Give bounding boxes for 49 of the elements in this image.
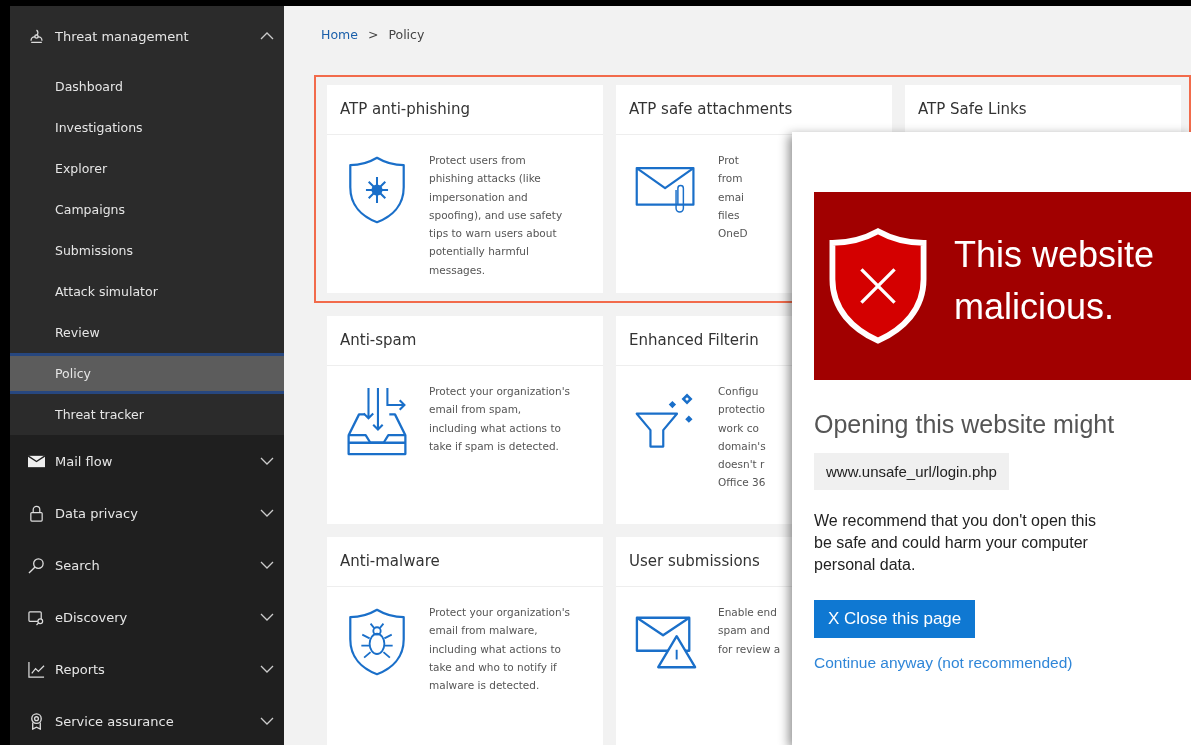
chevron-down-icon: [260, 717, 274, 725]
nav-group-header[interactable]: Data privacy: [10, 487, 284, 539]
card-description: Enable end spam and for review a: [718, 605, 781, 657]
award-icon: [28, 712, 45, 730]
inbox-arrows-icon: [345, 386, 409, 456]
nav-item[interactable]: Explorer: [10, 148, 284, 189]
nav-item[interactable]: Dashboard: [10, 66, 284, 107]
nav-item[interactable]: Review: [10, 312, 284, 353]
nav-item[interactable]: Attack simulator: [10, 271, 284, 312]
nav-group-header[interactable]: Mail flow: [10, 435, 284, 487]
nav-item[interactable]: Threat tracker: [10, 394, 284, 435]
nav-item[interactable]: Campaigns: [10, 189, 284, 230]
nav-group-header[interactable]: Search: [10, 539, 284, 591]
shield-x-icon: [828, 228, 928, 344]
url-label: www.unsafe_url/login.php: [814, 453, 1009, 490]
breadcrumb-current: Policy: [388, 27, 425, 42]
nav-group-header[interactable]: Reports: [10, 643, 284, 695]
card-description: Configu protectio work co domain's doesn't r Office 36: [718, 384, 766, 491]
card-title: Anti-malware: [327, 537, 603, 587]
screen-search-icon: [28, 608, 45, 626]
chevron-down-icon: [260, 613, 274, 621]
nav-group-header[interactable]: eDiscovery: [10, 591, 284, 643]
nav-group-header[interactable]: Service assurance: [10, 695, 284, 745]
policy-card[interactable]: Anti-spam Protect your organization's email from spam, including what actions to take if spam is detected.: [327, 316, 603, 524]
chevron-up-icon: [260, 32, 274, 40]
close-page-button[interactable]: X Close this page: [814, 600, 976, 638]
card-title: ATP anti-phishing: [327, 85, 603, 135]
breadcrumb-separator: >: [367, 27, 379, 42]
padlock-icon: [28, 504, 45, 522]
card-description: Prot from emai files OneD: [718, 153, 748, 242]
nav-item[interactable]: Policy: [10, 353, 284, 394]
nav-item[interactable]: Investigations: [10, 107, 284, 148]
card-title: Anti-spam: [327, 316, 603, 366]
envelope-icon: [28, 452, 45, 470]
policy-card[interactable]: Anti-malware Protect your organization's email from malware, including what actions to take and who to notify if malware is detected.: [327, 537, 603, 745]
line-chart-icon: [28, 660, 45, 678]
card-description: Protect your organization's email from spam, including what actions to take if spam is detected.: [429, 384, 571, 454]
warning-heading: This website malicious.: [954, 233, 1155, 329]
chevron-down-icon: [260, 561, 274, 569]
policy-card[interactable]: ATP anti-phishing Protect users from phishing attacks (like impersonation and spoofing), and use safety tips to warn users about potentially harmful messages.: [327, 85, 603, 293]
chevron-down-icon: [260, 457, 274, 465]
chevron-down-icon: [260, 665, 274, 673]
nav-group-header[interactable]: Threat management: [10, 6, 284, 66]
chevron-down-icon: [260, 509, 274, 517]
card-description: Protect your organization's email from malware, including what actions to take and who to notify if malware is detected.: [429, 605, 571, 694]
breadcrumb-link[interactable]: Home: [321, 27, 358, 42]
card-description: Protect users from phishing attacks (like impersonation and spoofing), and use safety tips to warn users about potentially harmful messages.: [429, 153, 563, 278]
search-icon: [28, 556, 45, 574]
nav-item[interactable]: Submissions: [10, 230, 284, 271]
